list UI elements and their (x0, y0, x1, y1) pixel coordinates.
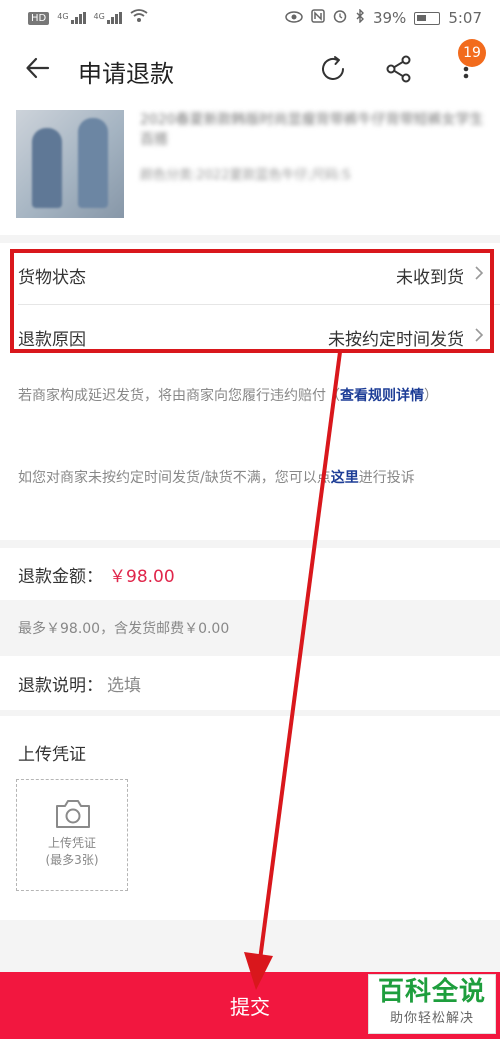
refund-amount-label: 退款金额： (18, 566, 103, 587)
watermark-title: 百科全说 (377, 977, 486, 1007)
upload-section: 上传凭证 上传凭证 (最多3张) (0, 716, 500, 920)
upload-box-text: 上传凭证 (最多3张) (17, 835, 127, 869)
upload-title: 上传凭证 (18, 745, 86, 765)
refund-max-note: 最多￥98.00，含发货邮费￥0.00 (0, 604, 500, 652)
refund-explanation-input[interactable]: 选填 (107, 671, 141, 696)
camera-icon (54, 798, 92, 830)
upload-box-limit: (最多3张) (45, 853, 99, 867)
upload-box-label: 上传凭证 (47, 836, 96, 850)
share-icon[interactable] (384, 54, 414, 84)
product-card[interactable]: 2020春夏新款韩版时尚显瘦背带裤牛仔背带短裤女学生百搭 颜色分类:2022夏款… (0, 100, 500, 235)
refund-explanation-row[interactable]: 退款说明： 选填 (0, 656, 500, 710)
signal-icon: 4G (57, 12, 86, 24)
clock: 5:07 (448, 9, 482, 27)
thumbnail-figure-left (32, 128, 62, 208)
view-rules-link[interactable]: 查看规则详情 (340, 388, 424, 404)
notification-badge: 19 (458, 39, 486, 67)
battery-percent: 39% (372, 9, 407, 27)
status-bar: HD 4G 4G 39% 5:07 (0, 0, 500, 36)
refresh-icon[interactable] (318, 54, 348, 84)
wifi-icon (130, 9, 148, 27)
status-right: 39% 5:07 (285, 8, 482, 27)
status-left: HD 4G 4G (28, 9, 148, 27)
here-link[interactable]: 这里 (331, 470, 359, 486)
refund-amount-value: ￥98.00 (109, 566, 175, 587)
refund-explanation-label: 退款说明： (18, 675, 103, 696)
product-title: 2020春夏新款韩版时尚显瘦背带裤牛仔背带短裤女学生百搭 (140, 112, 484, 148)
page-title: 申请退款 (78, 60, 174, 88)
upload-proof-button[interactable]: 上传凭证 (最多3张) (16, 779, 128, 891)
watermark-logo: 百科全说 助你轻松解决 (368, 974, 496, 1034)
watermark-subtitle: 助你轻松解决 (389, 1011, 474, 1026)
complaint-note: 如您对商家未按约定时间发货/缺货不满，您可以点这里进行投诉 (18, 470, 415, 486)
bluetooth-icon (355, 8, 365, 27)
signal-icon-2: 4G (94, 12, 122, 24)
alarm-icon (333, 9, 347, 27)
product-thumbnail (16, 110, 124, 218)
back-arrow-icon[interactable] (24, 54, 52, 82)
delay-compensation-note: 若商家构成延迟发货，将由商家向您履行违约赔付（查看规则详情） (18, 388, 438, 404)
battery-icon (414, 11, 441, 25)
product-spec: 颜色分类:2022夏款蓝色牛仔;尺码:S (140, 168, 351, 183)
hd-badge: HD (28, 11, 50, 25)
annotation-highlight-box (10, 249, 494, 353)
app-header: 申请退款 19 (0, 36, 500, 100)
refund-amount-row: 退款金额： ￥98.00 (0, 548, 500, 600)
nfc-icon (311, 9, 325, 27)
thumbnail-figure-right (78, 118, 108, 208)
eye-icon (285, 9, 303, 27)
